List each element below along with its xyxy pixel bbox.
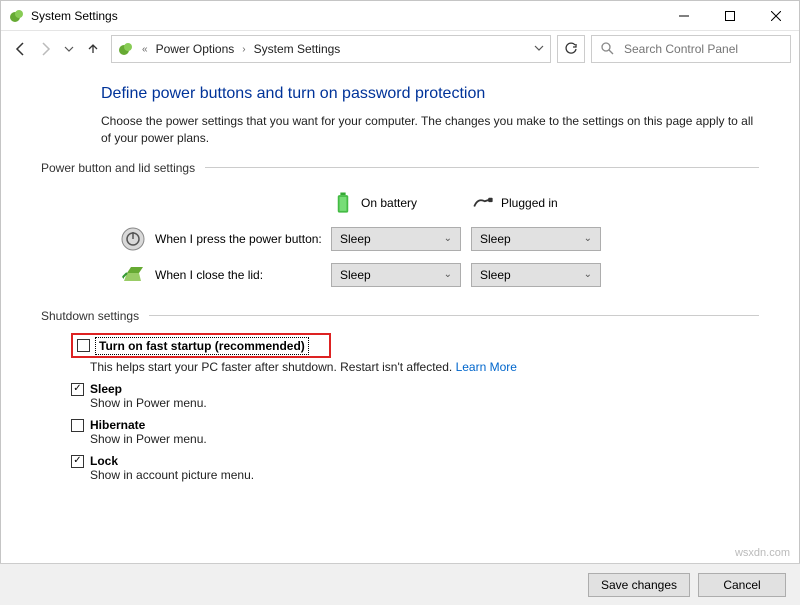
section-divider [149,315,759,316]
row-close-lid-label: When I close the lid: [155,268,263,282]
select-value: Sleep [340,232,371,246]
shutdown-item-lock: ✓ Lock Show in account picture menu. [65,454,759,482]
select-value: Sleep [340,268,371,282]
breadcrumb-back-icon: « [140,44,150,55]
breadcrumb-item-power-options[interactable]: Power Options [156,42,235,56]
titlebar: System Settings [1,1,799,31]
content-area: Define power buttons and turn on passwor… [1,67,799,482]
item-subtext: This helps start your PC faster after sh… [90,360,759,374]
highlight-annotation: Turn on fast startup (recommended) [71,333,331,358]
power-button-icon [121,227,145,251]
item-subtext: Show in Power menu. [90,432,759,446]
shutdown-list: Turn on fast startup (recommended) This … [65,333,759,482]
breadcrumb-item-system-settings[interactable]: System Settings [254,42,341,56]
shutdown-item-fast-startup: Turn on fast startup (recommended) This … [65,333,759,374]
chevron-down-icon: ⌄ [584,233,592,244]
battery-icon [331,191,355,215]
window-title: System Settings [31,9,661,23]
checkbox-hibernate[interactable] [71,419,84,432]
select-close-lid-plugged[interactable]: Sleep ⌄ [471,263,601,287]
section-label: Shutdown settings [41,309,139,323]
section-label: Power button and lid settings [41,161,195,175]
search-input[interactable] [622,41,782,57]
select-close-lid-battery[interactable]: Sleep ⌄ [331,263,461,287]
shutdown-item-sleep: ✓ Sleep Show in Power menu. [65,382,759,410]
checkbox-sleep[interactable]: ✓ [71,383,84,396]
checkbox-label[interactable]: Turn on fast startup (recommended) [96,338,308,354]
chevron-down-icon: ⌄ [444,269,452,280]
row-power-button-label: When I press the power button: [155,232,322,246]
footer: Save changes Cancel [0,563,800,605]
nav-row: « Power Options › System Settings [1,31,799,67]
power-grid: On battery Plugged in When I press the p… [121,185,759,293]
column-battery-label: On battery [361,196,417,210]
close-button[interactable] [753,1,799,31]
select-value: Sleep [480,268,511,282]
learn-more-link[interactable]: Learn More [456,360,517,374]
select-value: Sleep [480,232,511,246]
minimize-button[interactable] [661,1,707,31]
save-button[interactable]: Save changes [588,573,690,597]
search-icon [600,41,614,58]
checkbox-fast-startup[interactable] [77,339,90,352]
item-subtext: Show in Power menu. [90,396,759,410]
section-shutdown: Shutdown settings [41,309,759,323]
breadcrumb-dropdown-icon[interactable] [534,42,544,56]
select-power-button-plugged[interactable]: Sleep ⌄ [471,227,601,251]
history-dropdown[interactable] [57,37,81,61]
watermark: wsxdn.com [735,547,790,559]
chevron-right-icon: › [240,44,247,55]
forward-button[interactable] [33,37,57,61]
checkbox-label[interactable]: Sleep [90,382,122,396]
app-icon [9,8,25,24]
page-title: Define power buttons and turn on passwor… [101,85,759,103]
checkbox-lock[interactable]: ✓ [71,455,84,468]
shutdown-item-hibernate: Hibernate Show in Power menu. [65,418,759,446]
checkbox-label[interactable]: Hibernate [90,418,145,432]
chevron-down-icon: ⌄ [444,233,452,244]
checkbox-label[interactable]: Lock [90,454,118,468]
cancel-button[interactable]: Cancel [698,573,786,597]
maximize-button[interactable] [707,1,753,31]
back-button[interactable] [9,37,33,61]
select-power-button-battery[interactable]: Sleep ⌄ [331,227,461,251]
section-power-button-lid: Power button and lid settings [41,161,759,175]
item-subtext: Show in account picture menu. [90,468,759,482]
refresh-button[interactable] [557,35,585,63]
plug-icon [471,191,495,215]
breadcrumb[interactable]: « Power Options › System Settings [111,35,551,63]
column-plugged-label: Plugged in [501,196,558,210]
section-divider [205,167,759,168]
control-panel-icon [118,41,134,57]
close-lid-icon [121,263,145,287]
up-button[interactable] [81,37,105,61]
page-description: Choose the power settings that you want … [101,113,759,147]
chevron-down-icon: ⌄ [584,269,592,280]
search-box[interactable] [591,35,791,63]
